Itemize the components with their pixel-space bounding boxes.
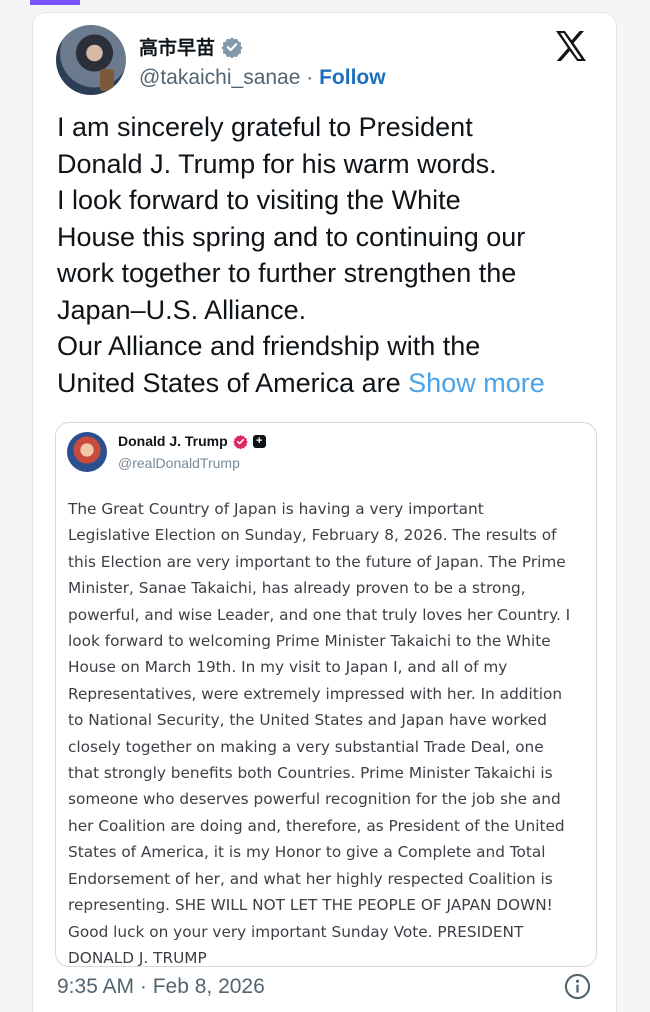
quoted-text-line: powerful, and wise Leader, and one that … bbox=[68, 605, 571, 624]
quoted-text-line: Good luck on your very important Sunday … bbox=[68, 922, 524, 941]
post-text: I am sincerely grateful to President Don… bbox=[57, 109, 602, 401]
show-more-link[interactable]: Show more bbox=[408, 368, 545, 398]
author-name[interactable]: 高市早苗 bbox=[139, 33, 215, 60]
quoted-text-line: Representatives, were extremely impresse… bbox=[68, 684, 563, 703]
quoted-text-line: her Coalition are doing and, therefore, … bbox=[68, 816, 565, 835]
quoted-text-line: States of America, it is my Honor to giv… bbox=[68, 843, 546, 862]
quoted-text-line: someone who deserves powerful recognitio… bbox=[68, 790, 561, 809]
quoted-verified-badge-icon bbox=[233, 434, 248, 449]
author-handle[interactable]: @takaichi_sanae bbox=[139, 66, 300, 89]
verified-badge-icon bbox=[221, 36, 243, 58]
quoted-text-line: The Great Country of Japan is having a v… bbox=[68, 500, 484, 518]
author-handle-row: @takaichi_sanae · Follow bbox=[139, 66, 386, 90]
quoted-text-line: House on March 19th. In my visit to Japa… bbox=[68, 658, 508, 677]
post-timestamp[interactable]: 9:35 AM · Feb 8, 2026 bbox=[57, 975, 265, 999]
post-text-line: House this spring and to continuing our bbox=[57, 221, 526, 252]
post-text-line: Japan–U.S. Alliance. bbox=[57, 294, 307, 325]
top-accent-bar bbox=[30, 0, 80, 5]
info-icon[interactable] bbox=[564, 973, 591, 1000]
quoted-post[interactable]: Donald J. Trump + @realDonaldTrump The G… bbox=[55, 422, 597, 967]
post-text-line: I look forward to visiting the White bbox=[57, 185, 461, 215]
post-text-line: Our Alliance and friendship with the bbox=[57, 331, 481, 361]
post-text-line: Donald J. Trump for his warm words. bbox=[57, 148, 497, 179]
quoted-text-line: representing. SHE WILL NOT LET THE PEOPL… bbox=[68, 896, 553, 915]
author-avatar[interactable] bbox=[56, 25, 126, 95]
quoted-text-line: closely together on making a very substa… bbox=[68, 737, 544, 756]
quoted-text-line: Minister, Sanae Takaichi, has already pr… bbox=[68, 579, 526, 598]
quoted-text-line: to National Security, the United States … bbox=[68, 711, 547, 730]
author-name-row: 高市早苗 bbox=[139, 33, 243, 60]
quoted-author-name[interactable]: Donald J. Trump bbox=[118, 433, 228, 449]
post-header: 高市早苗 @takaichi_sanae · Follow bbox=[55, 19, 596, 99]
quoted-text-line: this Election are very important to the … bbox=[68, 552, 566, 571]
quoted-text-line: Endorsement of her, and what her highly … bbox=[68, 869, 553, 888]
post-text-last-line-text: United States of America are bbox=[57, 367, 409, 398]
post-card: 高市早苗 @takaichi_sanae · Follow I am since… bbox=[32, 12, 617, 1012]
quoted-author-name-row: Donald J. Trump + bbox=[118, 433, 266, 449]
quoted-author-handle[interactable]: @realDonaldTrump bbox=[118, 455, 240, 471]
quoted-text-line: look forward to welcoming Prime Minister… bbox=[68, 632, 551, 651]
follow-button[interactable]: Follow bbox=[319, 66, 386, 89]
x-logo-icon[interactable] bbox=[554, 31, 588, 61]
quoted-text-line: DONALD J. TRUMP bbox=[68, 948, 207, 967]
post-text-line: I am sincerely grateful to President bbox=[57, 112, 473, 142]
handle-separator: · bbox=[300, 66, 320, 89]
quoted-post-text: The Great Country of Japan is having a v… bbox=[68, 496, 596, 967]
affiliation-badge-icon: + bbox=[252, 434, 266, 448]
quoted-author-avatar[interactable] bbox=[67, 432, 107, 472]
post-text-last-line: United States of America are Show more bbox=[57, 365, 602, 402]
post-text-line: work together to further strengthen the bbox=[57, 258, 517, 288]
quoted-text-line: Legislative Election on Sunday, February… bbox=[68, 526, 557, 545]
avatar-microphone bbox=[100, 69, 114, 91]
quoted-text-line: that strongly benefits both Countries. P… bbox=[68, 764, 553, 783]
